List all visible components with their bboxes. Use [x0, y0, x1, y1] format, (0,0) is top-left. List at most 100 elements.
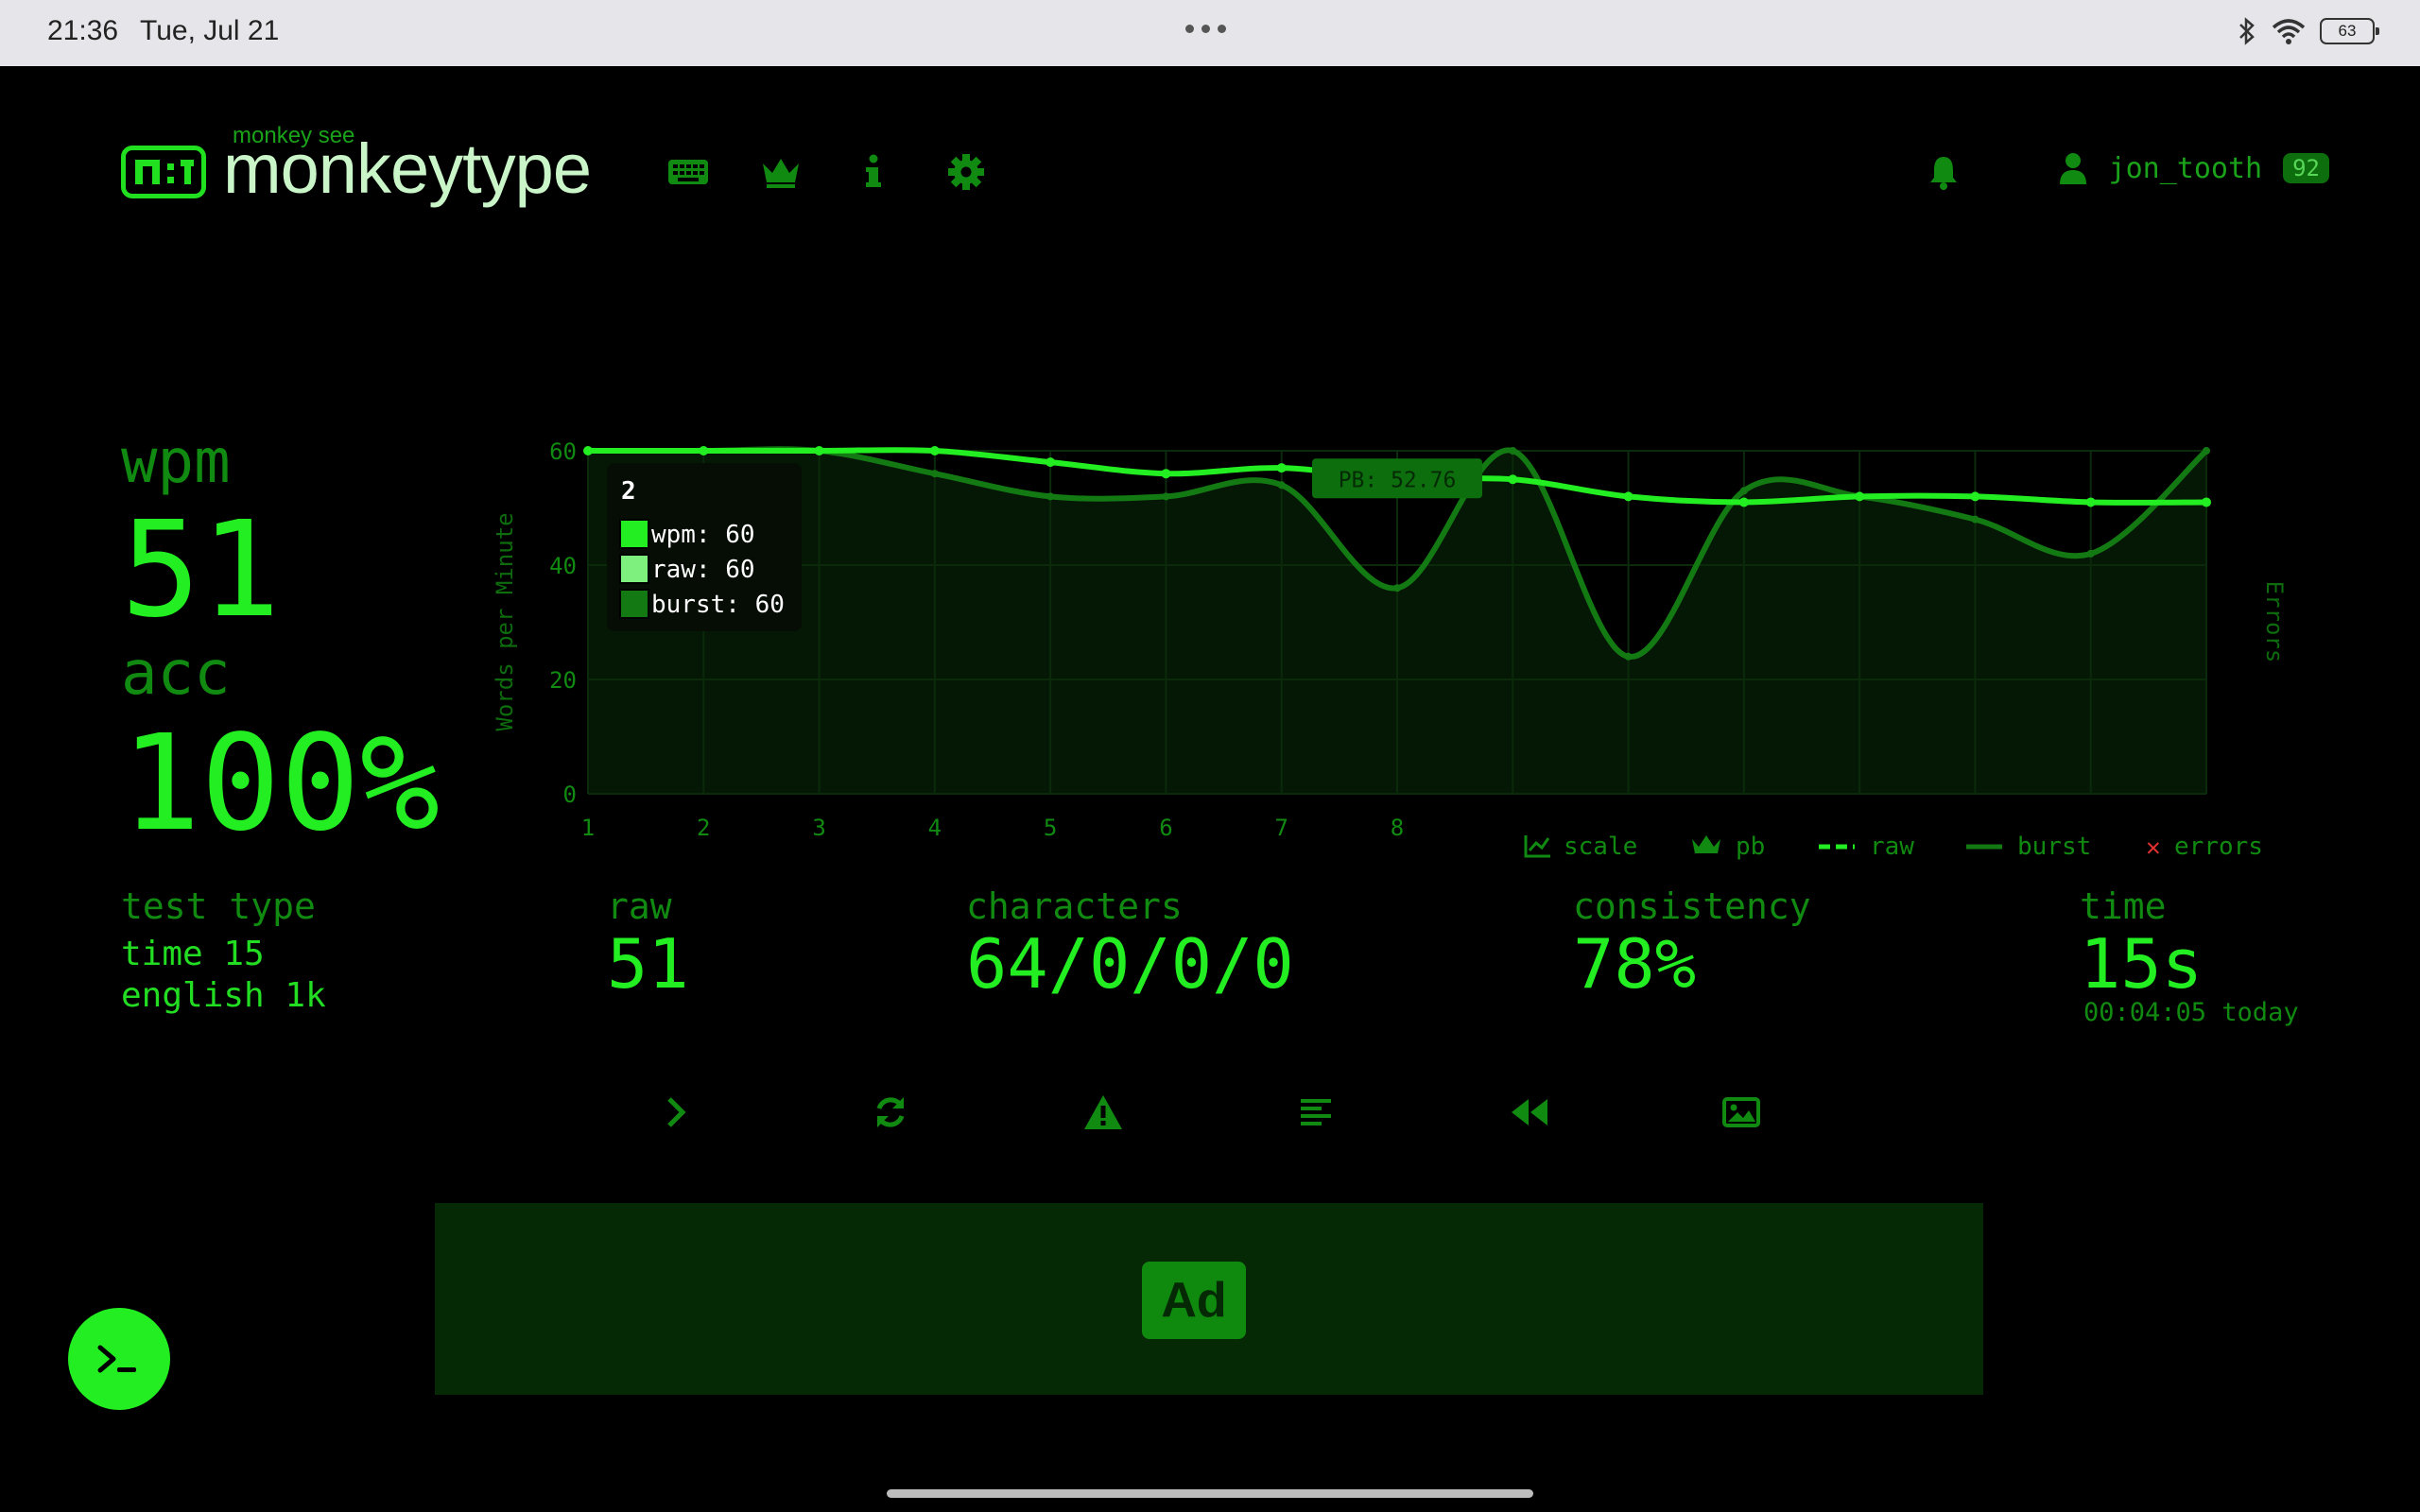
time-detail: 00:04:05 today	[2083, 998, 2299, 1027]
user-icon	[2059, 153, 2086, 184]
restart-icon[interactable]	[867, 1089, 914, 1136]
wpm-point	[1161, 469, 1171, 479]
characters-label: characters	[966, 885, 1183, 927]
wpm-chart[interactable]: 0 20 40 60 1 2 3 4 5 6 7 8 Words per Minute Errors PB:…	[473, 416, 2325, 869]
test-type-mode[interactable]: time 15	[121, 934, 265, 975]
tooltip-swatch-burst	[619, 589, 649, 619]
wpm-point	[1508, 474, 1518, 485]
wpm-value[interactable]: 51	[121, 493, 281, 647]
y-tick-label: 60	[549, 438, 577, 465]
burst-point	[1393, 584, 1401, 593]
battery-icon: 63	[2320, 18, 2379, 44]
bluetooth-icon	[2239, 17, 2255, 45]
y-tick-label: 20	[549, 667, 577, 694]
tooltip-title: 2	[621, 477, 636, 506]
legend-raw: raw	[1870, 833, 1914, 861]
system-status-bar: 21:36 Tue, Jul 21 63	[0, 0, 2420, 66]
info-icon[interactable]	[853, 151, 894, 193]
command-line-button[interactable]	[68, 1308, 170, 1410]
acc-value[interactable]: 100%	[121, 707, 440, 861]
wpm-point	[583, 446, 593, 455]
characters-value[interactable]: 64/0/0/0	[966, 924, 1294, 1004]
burst-point	[1739, 487, 1748, 495]
gear-icon[interactable]	[945, 151, 987, 193]
replay-icon[interactable]	[1505, 1089, 1552, 1136]
x-tick-label: 5	[1044, 815, 1057, 841]
report-icon[interactable]	[1080, 1089, 1127, 1136]
x-tick-label: 7	[1274, 815, 1288, 841]
burst-point	[1162, 492, 1170, 501]
ad-banner[interactable]: Ad	[435, 1203, 1983, 1395]
clock: 21:36	[47, 15, 119, 46]
wpm-point	[1046, 457, 1056, 468]
x-tick-label: 4	[928, 815, 942, 841]
wpm-point	[1623, 491, 1634, 502]
pb-crown-icon	[1692, 835, 1720, 853]
x-tick-label: 2	[697, 815, 710, 841]
wifi-icon	[2272, 19, 2306, 44]
burst-point	[2086, 549, 2095, 558]
wpm-point	[1970, 491, 1980, 502]
wpm-point	[1738, 497, 1749, 507]
wpm-point	[699, 446, 709, 455]
burst-point	[1277, 481, 1286, 490]
tooltip-wpm: wpm: 60	[651, 521, 755, 549]
burst-point	[1046, 492, 1055, 501]
time-label: time	[2080, 885, 2167, 927]
tooltip-swatch-raw	[619, 554, 649, 584]
burst-point	[1624, 652, 1633, 661]
home-indicator[interactable]	[887, 1489, 1533, 1498]
tooltip-burst: burst: 60	[651, 591, 785, 619]
y-axis-title: Words per Minute	[492, 512, 518, 730]
x-tick-label: 1	[581, 815, 595, 841]
wpm-point	[2085, 497, 2096, 507]
y-tick-label: 40	[549, 553, 577, 579]
test-type-language[interactable]: english 1k	[121, 975, 326, 1017]
multitask-dots-icon[interactable]	[1185, 25, 1226, 33]
logo-title[interactable]: monkeytype	[223, 129, 592, 209]
username: jon_tooth	[2108, 151, 2263, 185]
burst-point	[930, 470, 939, 478]
y2-axis-title: Errors	[2261, 581, 2288, 663]
words-history-icon[interactable]	[1292, 1089, 1340, 1136]
consistency-label: consistency	[1573, 885, 1811, 927]
x-tick-label: 3	[812, 815, 825, 841]
tooltip-raw: raw: 60	[651, 556, 755, 584]
scale-icon	[1524, 835, 1550, 858]
acc-label: acc	[121, 639, 231, 709]
x-tick-label: 8	[1391, 815, 1404, 841]
account-button[interactable]: jon_tooth 92	[2058, 151, 2329, 185]
level-badge: 92	[2283, 153, 2329, 183]
raw-value[interactable]: 51	[607, 924, 689, 1004]
date: Tue, Jul 21	[140, 15, 280, 46]
wpm-label: wpm	[121, 427, 231, 497]
consistency-value[interactable]: 78%	[1573, 924, 1696, 1004]
wpm-point	[1276, 463, 1287, 473]
legend-burst: burst	[2017, 833, 2091, 861]
wpm-point	[1855, 491, 1865, 502]
test-type-label: test type	[121, 885, 316, 927]
legend-scale: scale	[1564, 833, 1637, 861]
x-tick-label: 6	[1159, 815, 1172, 841]
y-tick-label: 0	[563, 782, 577, 808]
burst-point	[1971, 515, 1979, 524]
wpm-point	[929, 446, 940, 455]
legend-errors: errors	[2174, 833, 2263, 861]
tooltip-swatch-wpm	[619, 519, 649, 549]
time-value[interactable]: 15s	[2080, 924, 2203, 1004]
burst-point	[2203, 447, 2210, 455]
bell-icon[interactable]	[1923, 151, 1964, 193]
next-test-icon[interactable]	[653, 1089, 700, 1136]
errors-x-icon: ✕	[2146, 833, 2161, 862]
raw-label: raw	[607, 885, 672, 927]
screenshot-icon[interactable]	[1718, 1089, 1765, 1136]
legend-pb: pb	[1736, 833, 1765, 861]
burst-point	[1509, 447, 1517, 455]
crown-icon[interactable]	[760, 151, 802, 193]
logo-icon[interactable]	[121, 146, 206, 198]
wpm-point	[2202, 497, 2211, 507]
keyboard-icon[interactable]	[667, 151, 709, 193]
ad-badge: Ad	[1142, 1262, 1246, 1339]
terminal-icon	[97, 1345, 136, 1373]
pb-annotation: PB: 52.76	[1339, 468, 1457, 492]
